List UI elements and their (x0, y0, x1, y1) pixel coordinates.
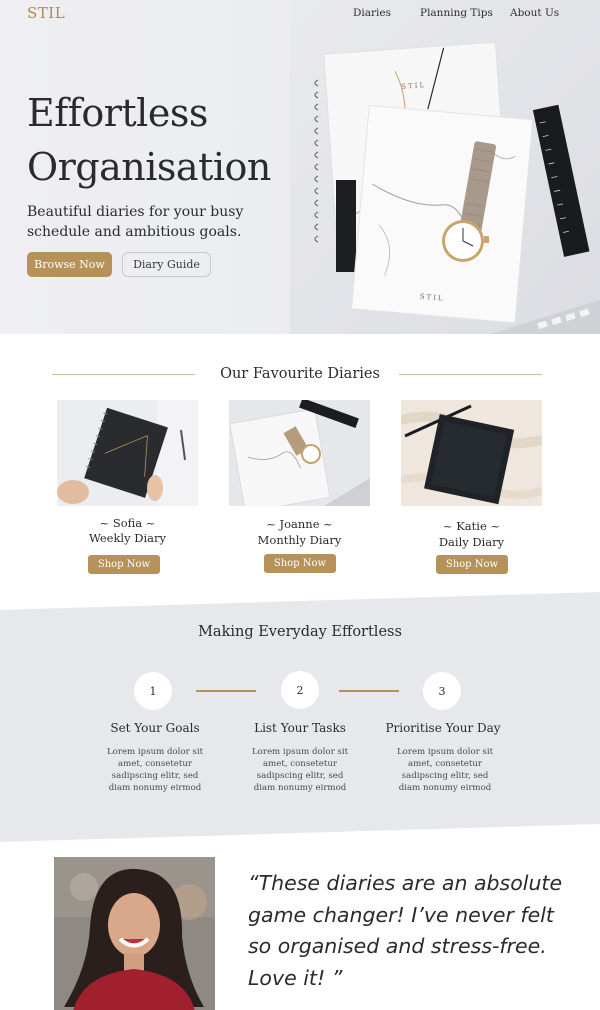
step-connector (339, 690, 399, 692)
nav-link-about-us[interactable]: About Us (510, 7, 559, 19)
hero-section: STIL STIL STIL Diaries Planning Tips Abo… (0, 0, 600, 334)
steps-title: Making Everyday Effortless (198, 624, 402, 640)
diary-card-katie: ~ Katie ~ Daily Diary Shop Now (401, 400, 543, 580)
hero-title-line-1: Effortless (27, 91, 208, 135)
step-description: Lorem ipsum dolor sit amet, consetetur s… (251, 747, 349, 793)
step-number-2: 2 (281, 671, 319, 709)
step-title: Set Your Goals (110, 721, 200, 735)
testimonial-quote: “These diaries are an absolute game chan… (248, 871, 563, 990)
diary-image-joanne (229, 400, 370, 506)
step-title: List Your Tasks (254, 721, 346, 735)
diary-type: Daily Diary (438, 535, 505, 549)
diary-name: ~ Joanne ~ (266, 517, 333, 531)
shop-now-button-joanne[interactable]: Shop Now (264, 554, 336, 573)
nav-link-planning-tips[interactable]: Planning Tips (420, 7, 493, 19)
diary-name: ~ Katie ~ (442, 519, 501, 533)
hero-subtitle: Beautiful diaries for your busy schedule… (27, 204, 244, 240)
nav-link-diaries[interactable]: Diaries (353, 7, 391, 19)
hero-title-line-2: Organisation (27, 145, 271, 189)
diary-card-joanne: ~ Joanne ~ Monthly Diary Shop Now (229, 400, 371, 580)
favourites-heading: Our Favourite Diaries (0, 366, 600, 384)
main-nav: Diaries Planning Tips About Us (0, 7, 600, 23)
step-title: Prioritise Your Day (385, 721, 501, 735)
diary-image-katie (401, 400, 542, 506)
divider-line (399, 374, 542, 375)
hero-title: Effortless Organisation (27, 86, 317, 194)
diary-card-sofia: ~ Sofia ~ Weekly Diary Shop Now (57, 400, 199, 580)
step-description: Lorem ipsum dolor sit amet, consetetur s… (396, 747, 494, 793)
browse-now-button[interactable]: Browse Now (27, 252, 112, 277)
diary-guide-button[interactable]: Diary Guide (122, 252, 211, 277)
step-description: Lorem ipsum dolor sit amet, consetetur s… (106, 747, 204, 793)
diary-name: ~ Sofia ~ (99, 516, 156, 530)
diary-type: Monthly Diary (257, 533, 342, 547)
testimonial-photo (54, 857, 215, 1010)
diary-type: Weekly Diary (88, 531, 167, 545)
hero-image: STIL STIL (290, 0, 600, 334)
step-connector (196, 690, 256, 692)
diary-image-sofia (57, 400, 198, 506)
shop-now-button-katie[interactable]: Shop Now (436, 555, 508, 574)
step-number-1: 1 (134, 672, 172, 710)
shop-now-button-sofia[interactable]: Shop Now (88, 555, 160, 574)
step-number-3: 3 (423, 672, 461, 710)
